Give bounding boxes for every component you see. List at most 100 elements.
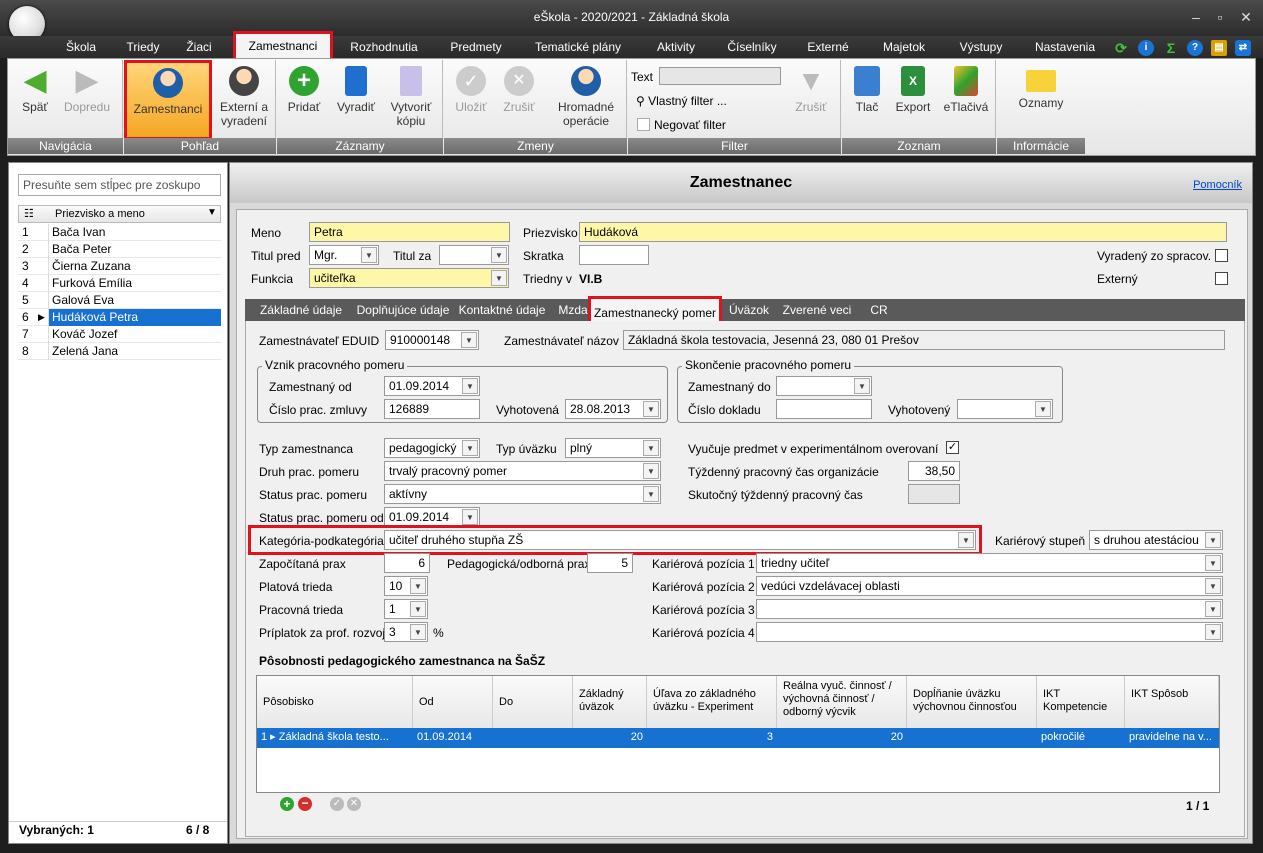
grid-header[interactable]: Pôsobisko [257,676,413,728]
menu-externe[interactable]: Externé [797,36,859,58]
status-select[interactable]: aktívny ▼ [384,484,661,504]
grid-header[interactable]: Od [413,676,493,728]
edu-select[interactable]: 910000148 ▼ [385,330,479,350]
vyradeny-checkbox[interactable] [1215,249,1228,262]
pracovna-trieda-select[interactable]: 1 ▼ [384,599,428,619]
chevron-down-icon[interactable]: ▼ [643,440,659,456]
kp1-select[interactable]: triedny učiteľ ▼ [756,553,1223,573]
funkcia-select[interactable]: učiteľka ▼ [309,268,509,288]
chevron-down-icon[interactable]: ▼ [1205,578,1221,594]
help-link[interactable]: Pomocník [1193,179,1242,191]
tyzdenny-cas-input[interactable]: 38,50 [908,461,960,481]
list-item[interactable]: 5 Galová Eva [18,292,221,309]
list-item[interactable]: 7 Kováč Jozef [18,326,221,343]
tab-uvazok[interactable]: Úväzok [725,299,773,321]
zmluva-input[interactable]: 126889 [384,399,480,419]
grid-header[interactable]: IKT Spôsob [1125,676,1219,728]
grid-cell-doplnanie[interactable] [907,728,1037,748]
group-by-area[interactable]: Presuňte sem stĺpec pre zoskupo [18,174,221,196]
typ-uvazku-select[interactable]: plný ▼ [565,438,661,458]
bulk-operations-button[interactable]: Hromadné operácie [548,66,624,128]
copy-button[interactable]: Vytvoriť kópiu [383,66,439,128]
menu-rozhodnutia[interactable]: Rozhodnutia [343,36,425,58]
chevron-down-icon[interactable]: ▼ [643,401,659,417]
grid-cell-od[interactable]: 01.09.2014 [413,728,493,748]
chevron-down-icon[interactable]: ▼ [643,486,659,502]
zamestnany-od-input[interactable]: 01.09.2014 ▼ [384,376,480,396]
maximize-icon[interactable]: ▫ [1210,8,1230,26]
chevron-down-icon[interactable]: ▼ [462,440,478,456]
chevron-down-icon[interactable]: ▼ [410,624,426,640]
grid-header[interactable]: Do [493,676,573,728]
menu-nastavenia[interactable]: Nastavenia [1028,36,1102,58]
kp2-select[interactable]: vedúci vzdelávacej oblasti ▼ [756,576,1223,596]
refresh-icon[interactable]: ⟳ [1113,40,1129,56]
chevron-down-icon[interactable]: ▼ [1035,401,1051,417]
vyhotoveny-input[interactable]: ▼ [957,399,1053,419]
list-item[interactable]: 2 Bača Peter [18,241,221,258]
menu-tematicke-plany[interactable]: Tematické plány [527,36,629,58]
info-icon[interactable]: i [1138,40,1154,56]
titul-za-select[interactable]: ▼ [439,245,509,265]
zamestnany-do-input[interactable]: ▼ [776,376,872,396]
menu-triedy[interactable]: Triedy [117,36,169,58]
back-button[interactable]: ◀ Späť [12,66,58,115]
teamviewer-icon[interactable]: ⇄ [1235,40,1251,56]
tab-zakladne-udaje[interactable]: Základné údaje [251,299,351,321]
grid-header[interactable]: Dopĺňanie úväzku výchovnou činnosťou [907,676,1037,728]
chevron-down-icon[interactable]: ▼ [491,247,507,263]
chevron-down-icon[interactable]: ▼ [1205,624,1221,640]
external-view-button[interactable]: Externí a vyradení [212,66,276,128]
grid-cell-zakladny[interactable]: 20 [573,728,647,748]
minimize-icon[interactable]: – [1186,8,1206,26]
chevron-down-icon[interactable]: ▼ [462,509,478,525]
grid-header[interactable]: IKT Kompetencie [1037,676,1125,728]
menu-ciselniky[interactable]: Číselníky [721,36,783,58]
column-header-name[interactable]: Priezvisko a meno [55,208,145,220]
typ-zamestnanca-select[interactable]: pedagogický ▼ [384,438,480,458]
grid-header[interactable]: Úľava zo základného úväzku - Experiment [647,676,777,728]
filter-icon[interactable]: ▼ [207,207,217,218]
menu-majetok[interactable]: Majetok [873,36,935,58]
vyhotovena-input[interactable]: 28.08.2013 ▼ [565,399,661,419]
grid-cell-ikt-kompetencie[interactable]: pokročilé [1037,728,1125,748]
skratka-input[interactable] [579,245,649,265]
kp4-select[interactable]: ▼ [756,622,1223,642]
list-item[interactable]: 1 Bača Ivan [18,224,221,241]
kategoria-select[interactable]: učiteľ druhého stupňa ZŠ ▼ [384,530,976,550]
kp3-select[interactable]: ▼ [756,599,1223,619]
notices-button[interactable]: Oznamy [1003,66,1079,110]
print-button[interactable]: Tlač [846,66,888,114]
druh-select[interactable]: trvalý pracovný pomer ▼ [384,461,661,481]
grid-cell-do[interactable] [493,728,573,748]
add-button[interactable]: + Pridať [281,66,327,114]
tab-cr[interactable]: CR [861,299,897,321]
sum-icon[interactable]: Σ [1163,40,1179,56]
tab-zverene-veci[interactable]: Zverené veci [777,299,857,321]
externy-checkbox[interactable] [1215,272,1228,285]
tab-kontaktne-udaje[interactable]: Kontaktné údaje [455,299,549,321]
grid-header[interactable]: Reálna vyuč. činnosť / výchovná činnosť … [777,676,907,728]
menu-vystupy[interactable]: Výstupy [950,36,1012,58]
priplatok-select[interactable]: 3 ▼ [384,622,428,642]
grid-remove-icon[interactable]: − [298,797,312,811]
printer-icon[interactable]: ▤ [1211,40,1227,56]
chevron-down-icon[interactable]: ▼ [1205,555,1221,571]
eforms-button[interactable]: eTlačivá [940,66,992,114]
grid-cell-ikt-sposob[interactable]: pravidelne na v... [1125,728,1219,748]
remove-button[interactable]: Vyradiť [331,66,381,114]
chevron-down-icon[interactable]: ▼ [462,378,478,394]
platova-trieda-select[interactable]: 10 ▼ [384,576,428,596]
titul-pred-select[interactable]: Mgr. ▼ [309,245,379,265]
chevron-down-icon[interactable]: ▼ [410,601,426,617]
chevron-down-icon[interactable]: ▼ [1205,601,1221,617]
close-icon[interactable]: ✕ [1236,8,1256,26]
tab-zamestnanecky-pomer[interactable]: Zamestnanecký pomer [588,296,722,324]
ped-prax-input[interactable]: 5 [587,553,633,573]
chevron-down-icon[interactable]: ▼ [958,532,974,548]
export-button[interactable]: X Export [890,66,936,114]
grid-add-icon[interactable]: + [280,797,294,811]
chevron-down-icon[interactable]: ▼ [361,247,377,263]
list-item[interactable]: 3 Čierna Zuzana [18,258,221,275]
menu-ziaci[interactable]: Žiaci [177,36,221,58]
